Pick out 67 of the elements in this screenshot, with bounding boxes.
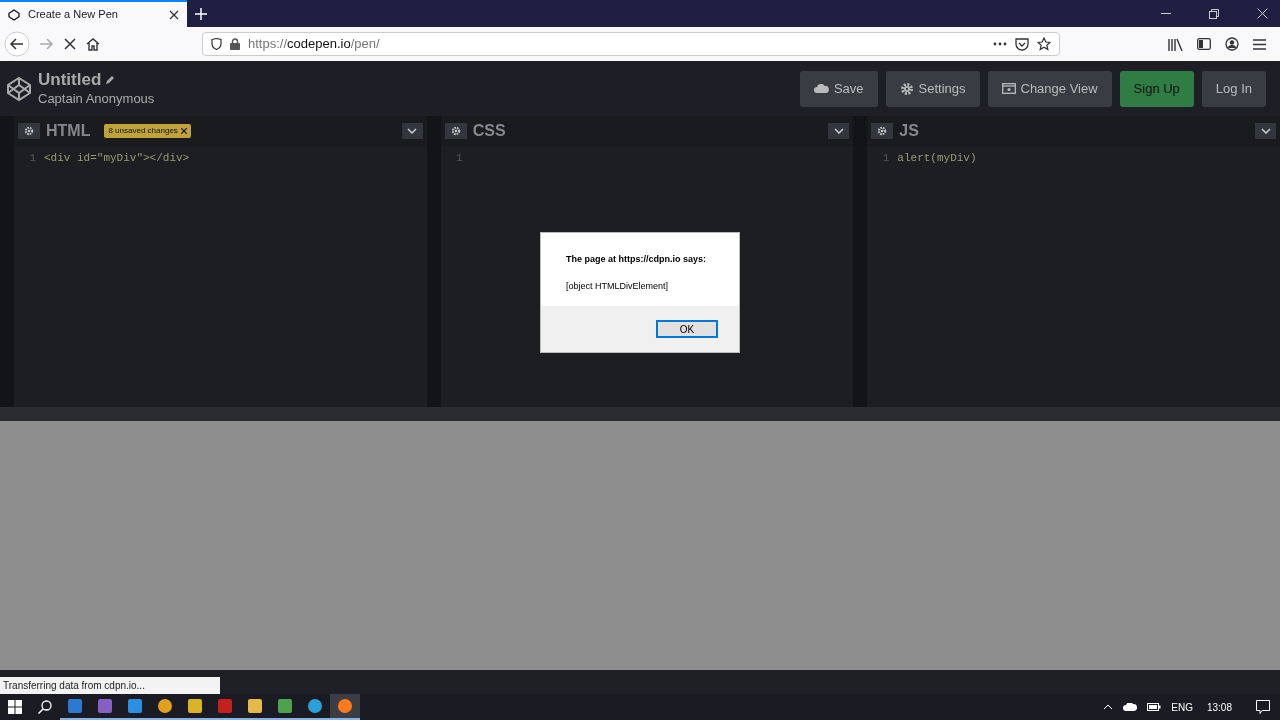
url-text: https://codepen.io/pen/ [248,35,381,54]
status-text: Transferring data from cdpn.io... [0,677,220,694]
chevron-down-icon [1260,128,1271,134]
change-view-button[interactable]: Change View [987,70,1112,107]
pencil-icon[interactable] [105,74,116,85]
collapse-button[interactable] [828,123,850,139]
editor-title: CSS [472,121,506,141]
clock-text[interactable]: 13:08 [1206,699,1232,715]
settings-button[interactable]: Settings [885,70,980,107]
more-icon[interactable] [993,42,1007,46]
log-in-button[interactable]: Log In [1201,70,1266,107]
code-line: <div id="myDiv"></div> [44,151,190,166]
search-icon[interactable] [38,700,52,714]
lock-icon [230,38,240,50]
cloud-icon[interactable] [1123,703,1138,711]
language-indicator[interactable]: ENG [1171,699,1193,715]
editor-settings-button[interactable] [871,123,894,139]
close-icon[interactable] [180,128,187,134]
editor-title: HTML [46,121,91,141]
new-tab-icon[interactable] [195,7,207,20]
save-button[interactable]: Save [799,70,878,107]
gear-icon [24,126,34,136]
taskbar-button[interactable] [330,694,360,720]
sign-up-button[interactable]: Sign Up [1119,70,1194,107]
tab-title: Create a New Pen [28,7,119,23]
line-number: 1 [455,151,464,166]
sidebar-icon[interactable] [1197,38,1211,50]
shield-icon [211,38,222,50]
library-icon[interactable] [1168,37,1183,51]
restore-icon[interactable] [1209,8,1219,19]
menu-icon[interactable] [1253,38,1266,50]
chevron-up-icon[interactable] [1103,704,1114,710]
pocket-icon[interactable] [1015,37,1029,51]
dialog-message: [object HTMLDivElement] [566,279,670,293]
back-icon[interactable] [4,31,30,57]
unsaved-changes-label: 8 unsaved changes [108,125,178,137]
battery-icon[interactable] [1147,703,1162,711]
address-bar[interactable]: https://codepen.io/pen/ [202,32,1060,56]
code-line: alert(myDiv) [897,151,977,166]
pen-title[interactable]: Untitled [38,69,102,90]
cloud-icon [813,84,829,93]
codepen-logo-icon [8,8,20,21]
browser-tab[interactable]: Create a New Pen [0,0,187,27]
window-icon [1001,83,1016,94]
collapse-button[interactable] [1255,123,1276,139]
star-icon[interactable] [1037,37,1051,51]
windows-start-icon[interactable] [8,700,22,714]
codepen-logo-icon[interactable] [6,75,32,102]
editor-title: JS [899,121,919,141]
minimize-icon[interactable] [1161,12,1171,15]
chevron-down-icon [833,128,844,134]
collapse-button[interactable] [401,123,423,139]
editor-settings-button[interactable] [444,123,467,139]
notifications-icon[interactable] [1256,700,1270,714]
author-name[interactable]: Captain Anonymous [38,89,155,108]
gear-icon [899,81,914,96]
close-icon[interactable] [169,9,179,20]
gear-icon [877,126,888,136]
gear-icon [450,126,461,136]
home-icon[interactable] [86,37,100,51]
chevron-down-icon [407,128,418,134]
line-number: 1 [881,151,891,166]
editor-settings-button[interactable] [18,123,40,139]
ok-button[interactable]: OK [656,320,718,338]
stop-icon[interactable] [64,38,76,50]
account-icon[interactable] [1225,37,1239,51]
dialog-title: The page at https://cdpn.io says: [566,253,708,266]
